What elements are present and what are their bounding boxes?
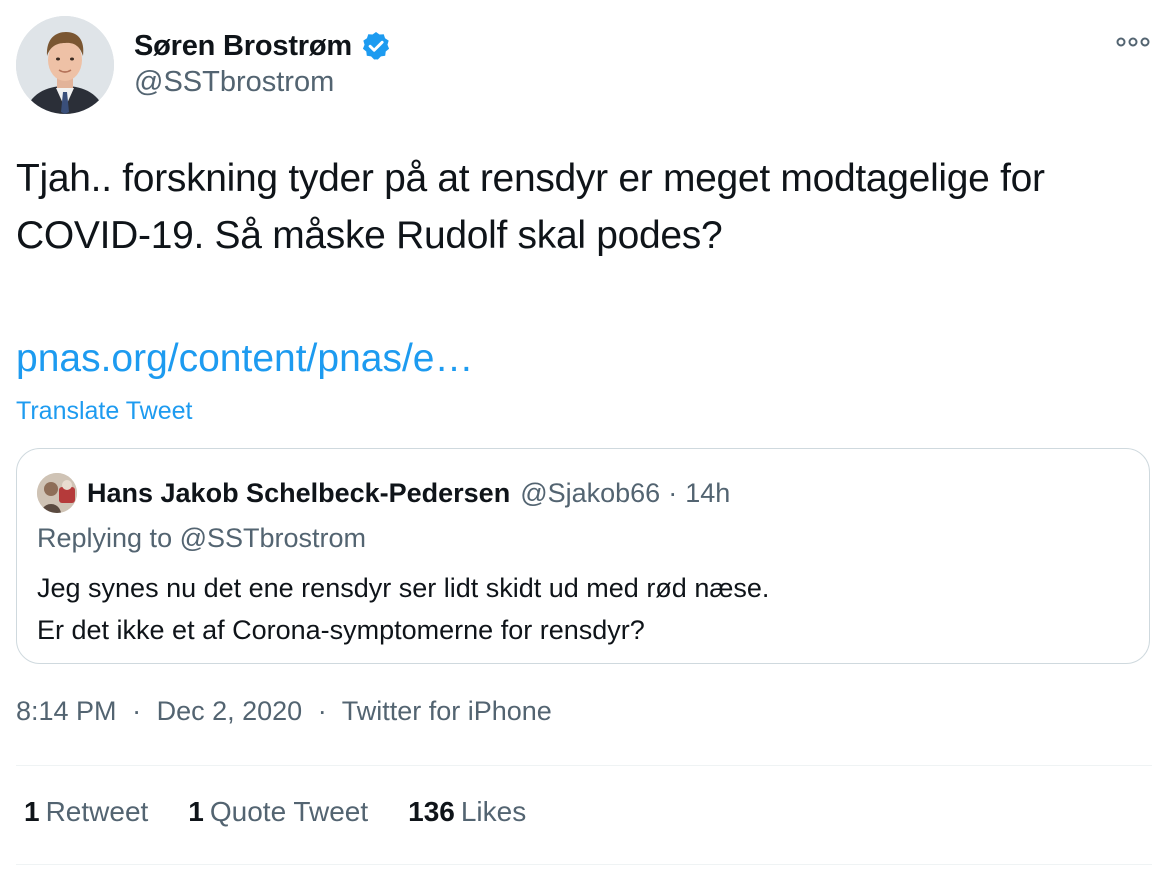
retweets-label: Retweet bbox=[45, 796, 149, 827]
likes-count: 136 bbox=[408, 796, 455, 827]
translate-tweet-link[interactable]: Translate Tweet bbox=[16, 395, 192, 427]
quoted-body-line-2: Er det ikke et af Corona-symptomerne for… bbox=[37, 615, 645, 645]
divider-top bbox=[16, 765, 1152, 766]
tweet-stats: 1 Retweet 1 Quote Tweet 136 Likes bbox=[24, 796, 566, 828]
quote-tweets-count: 1 bbox=[188, 796, 204, 827]
tweet-source[interactable]: Twitter for iPhone bbox=[342, 696, 552, 726]
tweet-time[interactable]: 8:14 PM bbox=[16, 696, 117, 726]
quoted-tweet-card[interactable]: Hans Jakob Schelbeck-Pedersen @Sjakob66 … bbox=[16, 448, 1150, 664]
retweets-stat[interactable]: 1 Retweet bbox=[24, 796, 148, 828]
quoted-author-avatar[interactable] bbox=[37, 473, 77, 513]
author-name[interactable]: Søren Brostrøm bbox=[134, 30, 352, 63]
divider-bottom bbox=[16, 864, 1152, 865]
verified-badge-icon bbox=[360, 30, 392, 62]
replying-mention[interactable]: @SSTbrostrom bbox=[180, 523, 366, 553]
meta-separator-1: · bbox=[132, 696, 142, 726]
quote-tweets-stat[interactable]: 1 Quote Tweet bbox=[188, 796, 368, 828]
author-name-row[interactable]: Søren Brostrøm bbox=[134, 26, 392, 66]
quote-tweets-label: Quote Tweet bbox=[209, 796, 369, 827]
quoted-replying-to: Replying to @SSTbrostrom bbox=[37, 523, 366, 554]
author-handle[interactable]: @SSTbrostrom bbox=[134, 66, 334, 99]
quoted-author-name[interactable]: Hans Jakob Schelbeck-Pedersen bbox=[87, 478, 510, 509]
tweet-date[interactable]: Dec 2, 2020 bbox=[157, 696, 303, 726]
meta-separator-2: · bbox=[317, 696, 327, 726]
quoted-tweet-header: Hans Jakob Schelbeck-Pedersen @Sjakob66 … bbox=[37, 473, 730, 513]
quoted-tweet-body: Jeg synes nu det ene rensdyr ser lidt sk… bbox=[37, 567, 769, 651]
tweet-link[interactable]: pnas.org/content/pnas/e… bbox=[16, 330, 473, 387]
quoted-separator: · bbox=[668, 477, 678, 508]
quoted-time: 14h bbox=[685, 477, 731, 508]
likes-label: Likes bbox=[460, 796, 527, 827]
replying-prefix: Replying to bbox=[37, 523, 173, 553]
likes-stat[interactable]: 136 Likes bbox=[408, 796, 526, 828]
tweet-text: Tjah.. forskning tyder på at rensdyr er … bbox=[16, 157, 1045, 257]
quoted-author-handle[interactable]: @Sjakob66 bbox=[520, 478, 660, 509]
tweet-meta: 8:14 PM · Dec 2, 2020 · Twitter for iPho… bbox=[16, 696, 552, 727]
author-avatar-image bbox=[16, 16, 114, 114]
retweets-count: 1 bbox=[24, 796, 40, 827]
author-avatar[interactable] bbox=[16, 16, 114, 114]
more-options-icon[interactable] bbox=[1115, 30, 1151, 54]
quoted-body-line-1: Jeg synes nu det ene rensdyr ser lidt sk… bbox=[37, 573, 770, 603]
